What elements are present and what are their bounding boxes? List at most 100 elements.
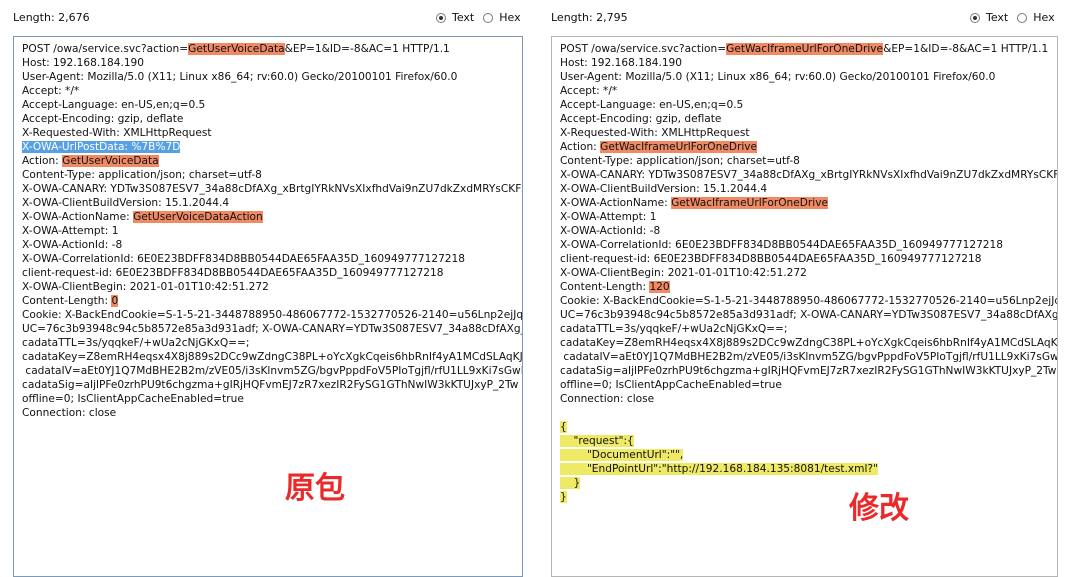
request-line: POST /owa/service.svc?action=GetWacIfram…	[560, 42, 1057, 56]
request-line: X-OWA-ClientBegin: 2021-01-01T10:42:51.2…	[22, 280, 522, 294]
request-line: POST /owa/service.svc?action=GetUserVoic…	[22, 42, 522, 56]
json-body-line: }	[560, 476, 1057, 490]
line-text: Accept-Encoding: gzip, deflate	[560, 113, 722, 125]
request-line: X-OWA-ClientBegin: 2021-01-01T10:42:51.2…	[560, 266, 1057, 280]
left-text-radio[interactable]	[436, 13, 446, 23]
right-request-text[interactable]: POST /owa/service.svc?action= GetWacIfram…	[560, 42, 1058, 504]
right-view-mode: Text Hex	[964, 0, 1055, 36]
request-line: X-OWA-CorrelationId: 6E0E23BDFF834D8BB05…	[560, 238, 1057, 252]
highlighted-token: 120	[649, 281, 670, 293]
line-text: Accept: */*	[560, 85, 618, 97]
request-line: X-OWA-ClientBuildVersion: 15.1.2044.4	[22, 196, 522, 210]
request-line: X-OWA-ActionId: -8	[560, 224, 1057, 238]
request-line: X-OWA-Attempt: 1	[22, 224, 522, 238]
left-hex-radio-label[interactable]: Hex	[499, 0, 520, 36]
request-line: X-OWA-ClientBuildVersion: 15.1.2044.4	[560, 182, 1057, 196]
line-text: X-Requested-With: XMLHttpRequest	[560, 127, 750, 139]
line-text: X-OWA-ActionId: -8	[22, 239, 123, 251]
right-hex-radio-label[interactable]: Hex	[1033, 0, 1054, 36]
request-line: cadataSig=aIjlPFe0zrhPU9t6chgzma+gIRjHQF…	[22, 378, 522, 392]
left-hex-radio[interactable]	[483, 13, 494, 23]
json-highlight: }	[560, 477, 581, 489]
request-line: offline=0; IsClientAppCacheEnabled=true	[560, 378, 1057, 392]
line-text: Accept-Language: en-US,en;q=0.5	[560, 99, 744, 111]
line-text: Accept-Language: en-US,en;q=0.5	[22, 99, 206, 111]
request-line: Host: 192.168.184.190	[560, 56, 1057, 70]
line-text: &EP=1&ID=-8&AC=1 HTTP/1.1	[883, 43, 1049, 55]
highlighted-token: GetWacIframeUrlForOneDrive	[600, 141, 758, 153]
left-request-text[interactable]: POST /owa/service.svc?action=GetUserVoic…	[22, 42, 523, 420]
right-text-radio-label[interactable]: Text	[986, 0, 1008, 36]
line-text: X-OWA-ClientBegin: 2021-01-01T10:42:51.2…	[560, 267, 807, 279]
request-line: Content-Length: 120	[560, 280, 1057, 294]
request-line: cadataKey=Z8emRH4eqsx4X8j889s2DCc9wZdngC…	[22, 350, 523, 364]
request-line: client-request-id: 6E0E23BDFF834D8BB0544…	[22, 266, 522, 280]
json-highlight: "EndPointUrl":"http://192.168.184.135:80…	[560, 463, 878, 475]
right-hex-radio[interactable]	[1017, 13, 1028, 23]
request-line: Accept: */*	[560, 84, 1057, 98]
request-line: Connection: close	[22, 406, 522, 420]
line-text: client-request-id: 6E0E23BDFF834D8BB0544…	[22, 267, 444, 279]
request-line: Action: GetUserVoiceData	[22, 154, 522, 168]
json-highlight: "request":{	[560, 435, 634, 447]
line-text: X-OWA-CorrelationId: 6E0E23BDFF834D8BB05…	[560, 239, 1004, 251]
request-line: X-OWA-ActionId: -8	[22, 238, 522, 252]
line-text: cadataIV=aEt0YJ1Q7MdBHE2B2m/zVE05/i3sKln…	[560, 351, 1058, 363]
line-text: POST /owa/service.svc?action=	[22, 43, 189, 55]
line-text: Cookie: X-BackEndCookie=S-1-5-21-3448788…	[560, 295, 1057, 307]
request-line: User-Agent: Mozilla/5.0 (X11; Linux x86_…	[22, 70, 522, 84]
request-line	[560, 406, 1057, 420]
right-text-radio[interactable]	[970, 13, 980, 23]
request-line: X-OWA-CorrelationId: 6E0E23BDFF834D8BB05…	[22, 252, 522, 266]
line-text: X-OWA-Attempt: 1	[22, 225, 119, 237]
request-line: cadataTTL=3s/yqqkeF/+wUa2cNjGKxQ==;	[22, 336, 522, 350]
request-line: Accept-Encoding: gzip, deflate	[560, 112, 1057, 126]
request-line: X-Requested-With: XMLHttpRequest	[22, 126, 522, 140]
line-text: Accept-Encoding: gzip, deflate	[22, 113, 184, 125]
line-text: Content-Length:	[560, 281, 650, 293]
left-length-label: Length: 2,676	[13, 11, 90, 24]
line-text: Action:	[560, 141, 601, 153]
line-text: X-OWA-CANARY: YDTw3S087ESV7_34a88cDfAXg_…	[22, 183, 522, 195]
request-line: Accept-Language: en-US,en;q=0.5	[22, 98, 522, 112]
line-text: offline=0; IsClientAppCacheEnabled=true	[560, 379, 782, 391]
line-text: cadataIV=aEt0YJ1Q7MdBHE2B2m/zVE05/i3sKln…	[22, 365, 523, 377]
request-line: X-OWA-Attempt: 1	[560, 210, 1057, 224]
highlighted-token: 0	[111, 295, 119, 307]
line-text: Connection: close	[560, 393, 655, 405]
line-text: User-Agent: Mozilla/5.0 (X11; Linux x86_…	[560, 71, 996, 83]
line-text: X-OWA-ActionName:	[22, 211, 134, 223]
json-highlight: "DocumentUrl":"",	[560, 449, 684, 461]
request-line: Cookie: X-BackEndCookie=S-1-5-21-3448788…	[22, 308, 522, 322]
json-body-line: "EndPointUrl":"http://192.168.184.135:80…	[560, 462, 1057, 476]
line-text: User-Agent: Mozilla/5.0 (X11; Linux x86_…	[22, 71, 458, 83]
request-line: cadataIV=aEt0YJ1Q7MdBHE2B2m/zVE05/i3sKln…	[22, 364, 523, 378]
line-text: cadataSig=aIjlPFe0zrhPU9t6chgzma+gIRjHQF…	[560, 365, 1057, 377]
line-text: &EP=1&ID=-8&AC=1 HTTP/1.1	[284, 43, 450, 55]
request-line: cadataKey=Z8emRH4eqsx4X8j889s2DCc9wZdngC…	[560, 336, 1057, 350]
line-text: cadataKey=Z8emRH4eqsx4X8j889s2DCc9wZdngC…	[22, 351, 523, 363]
line-text: X-OWA-Attempt: 1	[560, 211, 657, 223]
request-line: cadataTTL=3s/yqqkeF/+wUa2cNjGKxQ==;	[560, 322, 1057, 336]
right-request-editor[interactable]: POST /owa/service.svc?action= GetWacIfram…	[551, 36, 1058, 577]
request-line: cadataSig=aIjlPFe0zrhPU9t6chgzma+gIRjHQF…	[560, 364, 1057, 378]
right-length-label: Length: 2,795	[551, 11, 628, 24]
request-line: User-Agent: Mozilla/5.0 (X11; Linux x86_…	[560, 70, 1057, 84]
line-text: Content-Type: application/json; charset=…	[22, 169, 262, 181]
request-line: Accept-Encoding: gzip, deflate	[22, 112, 522, 126]
json-highlight: }	[560, 491, 567, 503]
left-request-editor[interactable]: POST /owa/service.svc?action=GetUserVoic…	[13, 36, 523, 577]
line-text: cadataSig=aIjlPFe0zrhPU9t6chgzma+gIRjHQF…	[22, 379, 519, 391]
line-text: UC=76c3b93948c94c5b8572e85a3d931adf; X-O…	[560, 309, 1058, 321]
request-line: Cookie: X-BackEndCookie=S-1-5-21-3448788…	[560, 294, 1057, 308]
request-line: Host: 192.168.184.190	[22, 56, 522, 70]
request-line: X-OWA-CANARY: YDTw3S087ESV7_34a88cDfAXg_…	[22, 182, 522, 196]
line-text: client-request-id: 6E0E23BDFF834D8BB0544…	[560, 253, 982, 265]
left-text-radio-label[interactable]: Text	[452, 0, 474, 36]
line-text: Accept: */*	[22, 85, 80, 97]
line-text: X-OWA-ActionName:	[560, 197, 672, 209]
line-text: POST /owa/service.svc?action=	[560, 43, 727, 55]
highlighted-token: GetWacIframeUrlForOneDrive	[671, 197, 829, 209]
left-view-mode: Text Hex	[430, 0, 521, 36]
line-text: offline=0; IsClientAppCacheEnabled=true	[22, 393, 244, 405]
